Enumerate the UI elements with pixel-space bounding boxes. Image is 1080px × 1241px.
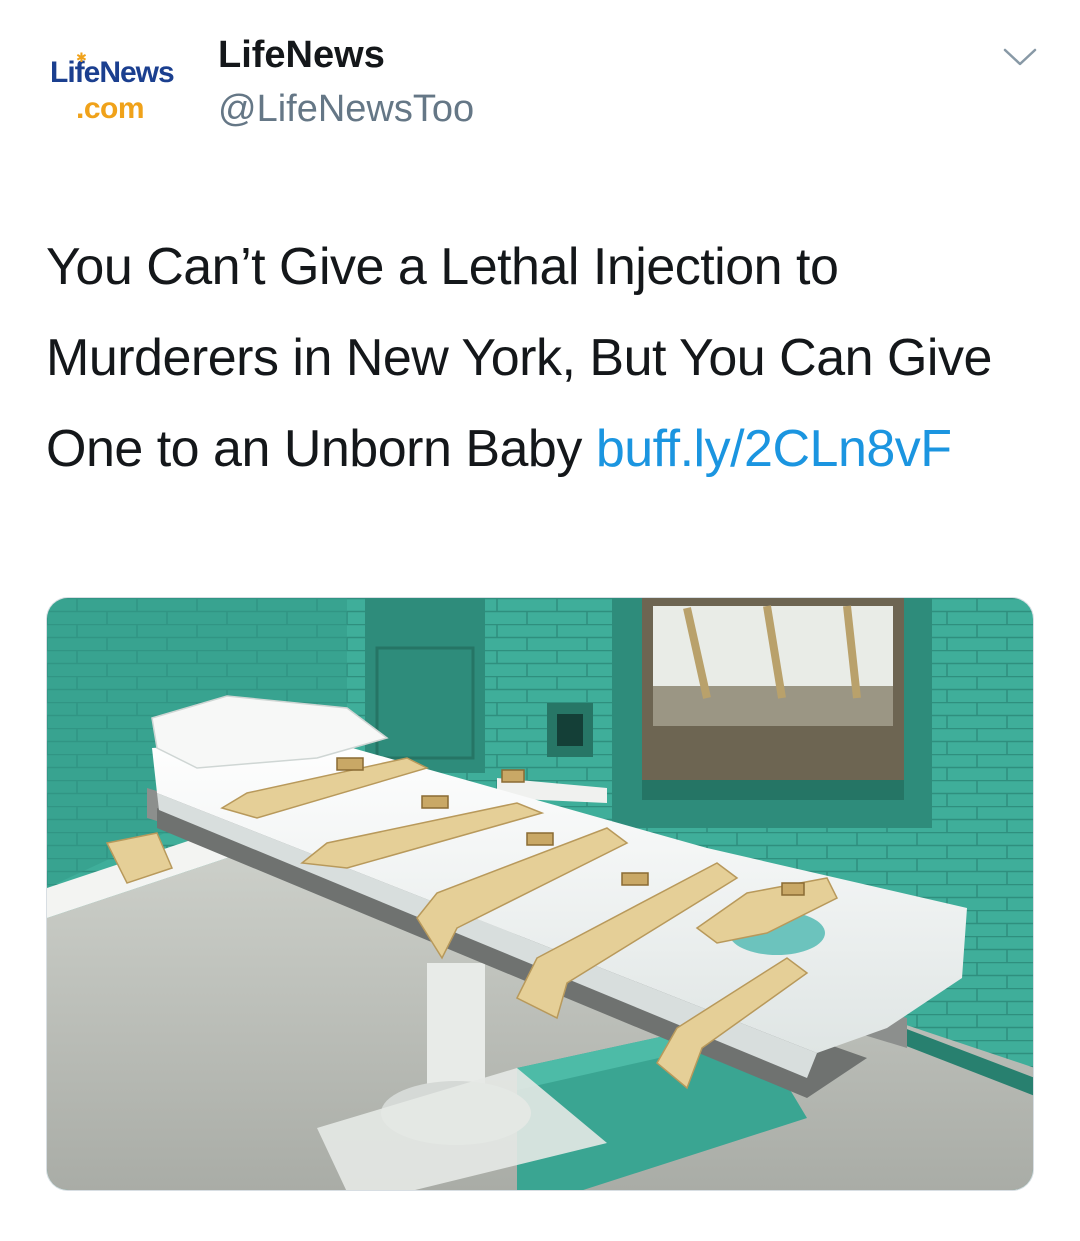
avatar-logo-text: LifeNews [50, 56, 175, 89]
author-name[interactable]: LifeNews [218, 34, 385, 77]
tweet-card: LifeNews ✱ .com LifeNews @LifeNewsToo Yo… [0, 0, 1080, 1241]
logo-star-icon: ✱ [76, 50, 87, 65]
tweet-media-image[interactable] [46, 597, 1034, 1191]
avatar[interactable]: LifeNews ✱ .com [46, 48, 196, 132]
avatar-logo-domain: .com [76, 92, 145, 125]
author-handle[interactable]: @LifeNewsToo [218, 88, 474, 131]
chevron-down-icon[interactable] [1002, 44, 1038, 70]
tweet-text: You Can’t Give a Lethal Injection to Mur… [46, 222, 1036, 495]
tweet-link[interactable]: buff.ly/2CLn8vF [596, 420, 952, 478]
execution-chamber-photo [47, 598, 1033, 1190]
